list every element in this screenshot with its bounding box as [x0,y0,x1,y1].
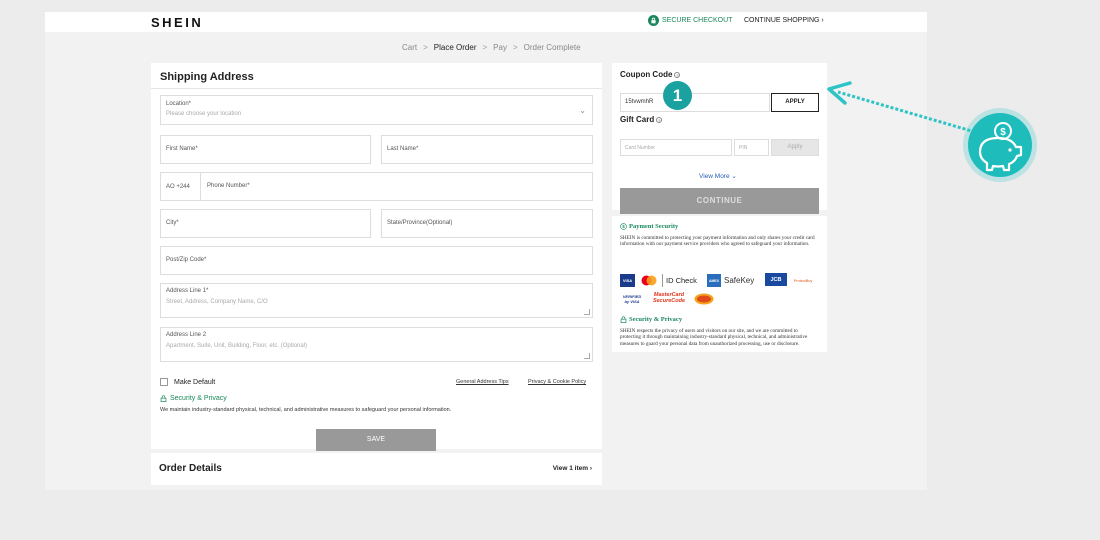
step-number-badge: 1 [663,81,692,110]
callout-arrow [827,81,976,134]
piggy-bank-dollar-icon: $ [963,108,1037,182]
svg-text:$: $ [1000,127,1006,138]
